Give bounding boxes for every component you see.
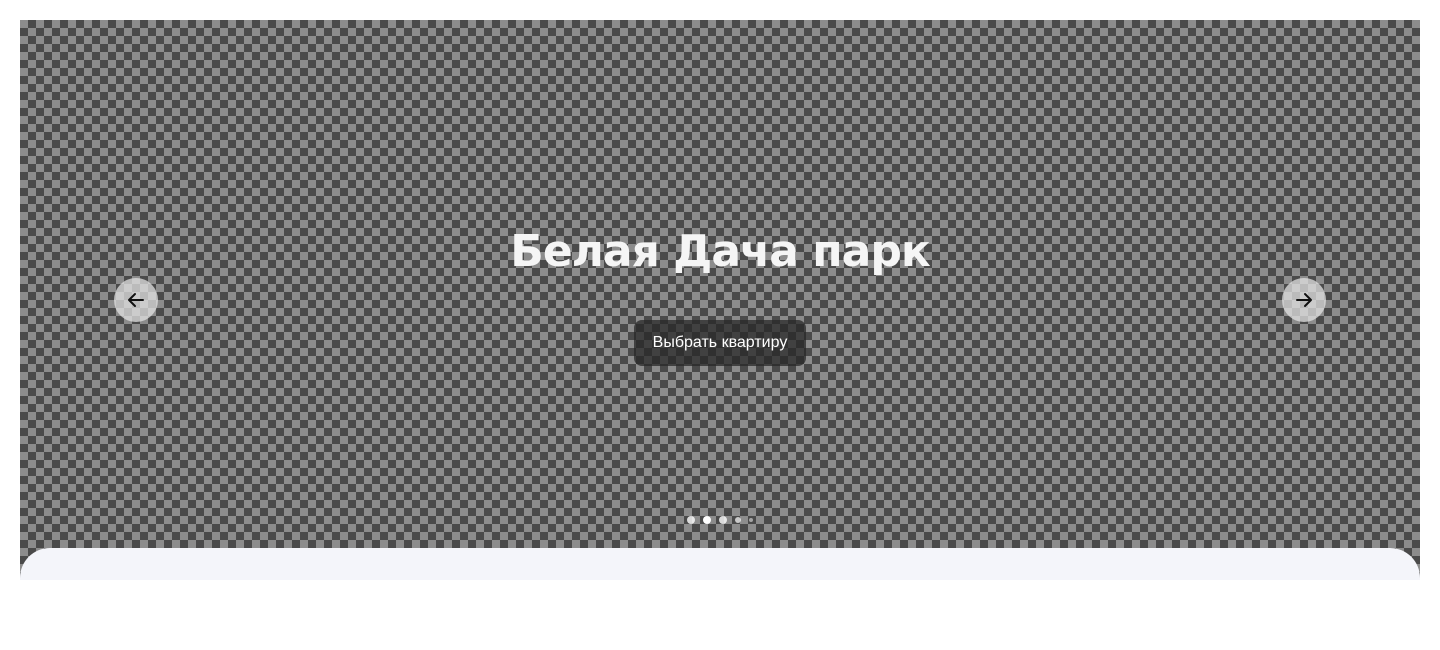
- carousel-dot-3[interactable]: [719, 516, 727, 524]
- hero-banner: Белая Дача парк Выбрать квартиру: [20, 20, 1420, 580]
- carousel-pagination: [20, 516, 1420, 524]
- carousel-next-button[interactable]: [1282, 278, 1326, 322]
- hero-title: Белая Дача парк: [510, 226, 930, 277]
- carousel-prev-button[interactable]: [114, 278, 158, 322]
- arrow-left-icon: [126, 290, 146, 310]
- arrow-right-icon: [1294, 290, 1314, 310]
- carousel-dot-1[interactable]: [687, 516, 695, 524]
- carousel-dot-4[interactable]: [735, 517, 741, 523]
- carousel-dot-5[interactable]: [749, 518, 753, 522]
- choose-apartment-button[interactable]: Выбрать квартиру: [634, 320, 806, 366]
- carousel-dot-2-active[interactable]: [703, 516, 711, 524]
- content-panel: [20, 548, 1420, 580]
